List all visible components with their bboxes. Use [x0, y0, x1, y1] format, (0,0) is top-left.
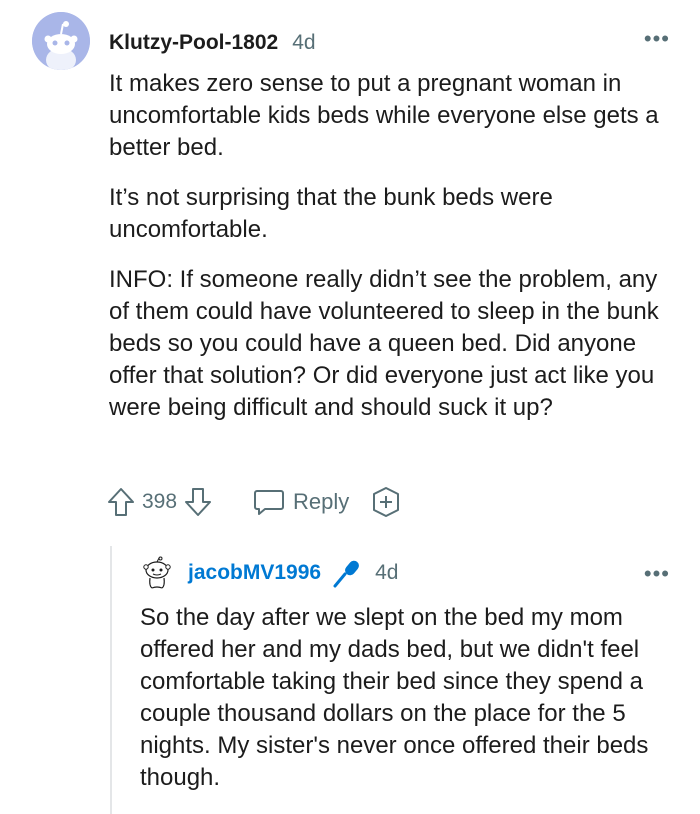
comment-paragraph: INFO: If someone really didn’t see the p…: [109, 266, 659, 421]
more-dots-icon: •••: [643, 561, 670, 586]
timestamp[interactable]: 4d: [292, 31, 315, 55]
award-button[interactable]: [369, 485, 403, 519]
more-dots-icon: •••: [643, 26, 670, 51]
upvote-button[interactable]: [106, 486, 136, 518]
reply-meta: jacobMV1996 4d: [188, 558, 398, 588]
microphone-icon: [331, 558, 365, 588]
comment-body: It’s not surprising that the bunk beds w…: [109, 182, 679, 246]
comment-body: It makes zero sense to put a pregnant wo…: [109, 68, 679, 164]
reply-label: Reply: [293, 489, 350, 514]
comment-actions: 398 Reply: [106, 484, 403, 520]
reddit-snoo-avatar-icon: [32, 12, 90, 70]
comment-paragraph: It’s not surprising that the bunk beds w…: [109, 184, 553, 243]
speech-bubble-icon: [254, 490, 285, 515]
user-avatar[interactable]: [32, 12, 90, 70]
comment-body: INFO: If someone really didn’t see the p…: [109, 264, 679, 424]
author-link[interactable]: Klutzy-Pool-1802: [109, 31, 278, 55]
more-options-button[interactable]: •••: [644, 28, 670, 50]
upvote-arrow-icon: [108, 488, 134, 516]
comment-paragraph: It makes zero sense to put a pregnant wo…: [109, 70, 659, 161]
reply-more-options-button[interactable]: •••: [644, 563, 670, 585]
vote-score: 398: [142, 490, 178, 513]
reply-user-avatar[interactable]: [140, 556, 174, 590]
reply-timestamp[interactable]: 4d: [375, 561, 398, 585]
downvote-arrow-icon: [185, 488, 212, 516]
award-plus-icon: [373, 487, 400, 517]
downvote-button[interactable]: [183, 486, 213, 518]
comment-meta: Klutzy-Pool-1802 4d: [109, 28, 316, 58]
reply-button[interactable]: Reply: [253, 487, 349, 517]
reply-body: So the day after we slept on the bed my …: [140, 604, 649, 791]
snoo-outline-avatar-icon: [143, 556, 171, 589]
thread-line[interactable]: [110, 546, 112, 814]
reply-author-link[interactable]: jacobMV1996: [188, 561, 321, 585]
